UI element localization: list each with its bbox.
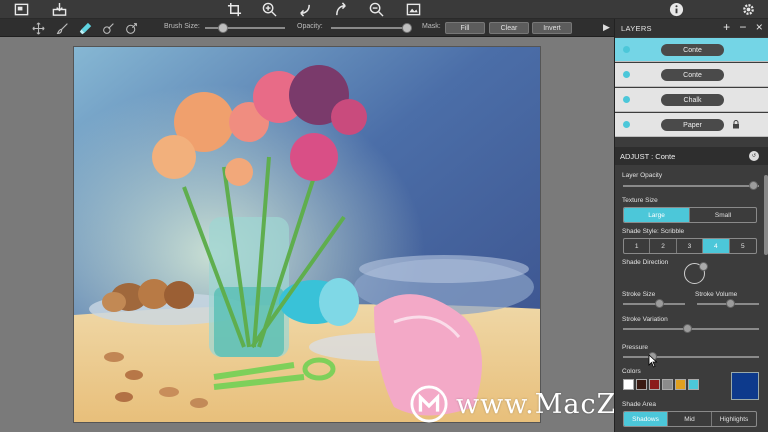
colors-label: Colors [622, 368, 641, 375]
layer-name: Conte [661, 44, 724, 56]
stroke-variation-label: Stroke Variation [622, 316, 668, 323]
zoom-in-icon[interactable] [261, 1, 278, 18]
layer-row[interactable]: Chalk [615, 88, 768, 112]
stroke-volume-knob[interactable] [726, 299, 736, 308]
layer-visibility-icon[interactable] [623, 71, 630, 78]
zoom-out-icon[interactable] [368, 1, 385, 18]
right-panel: LAYERS + − × Conte Conte Chalk Paper ADJ… [614, 19, 768, 432]
pressure-label: Pressure [622, 344, 649, 351]
layer-row[interactable]: Paper [615, 113, 768, 137]
opacity-knob[interactable] [402, 23, 412, 33]
crop-icon[interactable] [226, 1, 243, 18]
invert-button[interactable]: Invert [532, 22, 572, 34]
layer-name: Conte [661, 69, 724, 81]
brush-toolbar: Brush Size: Opacity: Mask: Fill Clear In… [0, 19, 614, 37]
layer-opacity-slider[interactable] [623, 181, 759, 190]
remove-layer-icon[interactable]: − [739, 21, 746, 34]
panel-scrollbar[interactable] [764, 175, 768, 255]
layers-header: LAYERS + − × [615, 19, 768, 37]
stroke-size-knob[interactable] [655, 299, 665, 308]
save-image-icon[interactable] [51, 1, 68, 18]
texture-size-label: Texture Size [622, 197, 658, 204]
color-swatch[interactable] [623, 379, 634, 390]
shade-direction-dial[interactable] [684, 262, 708, 284]
still-life-painting [74, 47, 540, 422]
layer-row[interactable]: Conte [615, 38, 768, 62]
shade-direction-knob[interactable] [699, 262, 708, 271]
shade-area-shadows[interactable]: Shadows [624, 412, 668, 426]
reset-icon[interactable]: ↺ [749, 151, 759, 161]
redo-icon[interactable] [333, 1, 350, 18]
texture-size-toggle: Large Small [623, 207, 757, 223]
shade-style-label: Shade Style: Scribble [622, 228, 685, 235]
macz-logo-icon [410, 385, 448, 423]
active-color-swatch[interactable] [731, 372, 759, 400]
texture-small-option[interactable]: Small [690, 208, 756, 222]
close-panel-icon[interactable]: × [756, 21, 763, 34]
stroke-variation-knob[interactable] [683, 324, 693, 333]
move-icon[interactable] [30, 20, 46, 36]
adjust-title: ADJUST : Conte [620, 151, 676, 161]
opacity-slider[interactable] [331, 23, 412, 33]
eraser-icon[interactable] [77, 20, 93, 36]
mask-label: Mask: [422, 23, 441, 30]
smudge-icon[interactable] [100, 20, 116, 36]
layers-title: LAYERS [621, 23, 652, 33]
canvas-size-icon[interactable] [13, 1, 30, 18]
shade-style-option-1[interactable]: 1 [624, 239, 651, 253]
shade-style-toggle: 1 2 3 4 5 [623, 238, 757, 254]
shade-area-toggle: Shadows Mid Highlights [623, 411, 757, 427]
stroke-volume-label: Stroke Volume [695, 291, 738, 298]
layer-opacity-label: Layer Opacity [622, 172, 663, 179]
stroke-size-slider[interactable] [623, 299, 685, 308]
shade-direction-label: Shade Direction [622, 259, 669, 266]
shade-style-option-4[interactable]: 4 [703, 239, 730, 253]
layer-visibility-icon[interactable] [623, 46, 630, 53]
stroke-variation-slider[interactable] [623, 324, 759, 333]
color-swatches [623, 379, 699, 390]
opacity-label: Opacity: [297, 23, 323, 30]
color-swatch[interactable] [675, 379, 686, 390]
image-frame-icon[interactable] [405, 1, 422, 18]
shade-style-option-2[interactable]: 2 [650, 239, 677, 253]
shade-style-option-5[interactable]: 5 [730, 239, 756, 253]
stroke-volume-slider[interactable] [697, 299, 759, 308]
texture-large-option[interactable]: Large [624, 208, 690, 222]
artwork-canvas[interactable] [73, 46, 541, 423]
undo-icon[interactable] [296, 1, 313, 18]
clear-button[interactable]: Clear [489, 22, 529, 34]
layer-opacity-knob[interactable] [748, 181, 758, 190]
shade-area-label: Shade Area [622, 401, 656, 408]
color-swatch[interactable] [688, 379, 699, 390]
add-layer-icon[interactable]: + [723, 21, 730, 34]
brush-size-slider[interactable] [205, 23, 285, 33]
canvas-area [0, 37, 614, 432]
top-toolbar [0, 0, 768, 19]
pressure-slider[interactable] [623, 352, 759, 361]
color-swatch[interactable] [662, 379, 673, 390]
settings-icon[interactable] [740, 1, 757, 18]
color-swatch[interactable] [636, 379, 647, 390]
layer-visibility-icon[interactable] [623, 121, 630, 128]
brush-size-knob[interactable] [217, 23, 228, 33]
brush-size-label: Brush Size: [164, 23, 200, 30]
layer-name: Paper [661, 119, 724, 131]
mouse-cursor-icon [648, 354, 658, 368]
chevron-right-icon[interactable]: ▶ [603, 22, 610, 33]
fill-button[interactable]: Fill [445, 22, 485, 34]
layer-name: Chalk [661, 94, 724, 106]
shade-area-mid[interactable]: Mid [668, 412, 712, 426]
layer-visibility-icon[interactable] [623, 96, 630, 103]
lock-icon[interactable] [732, 120, 740, 129]
blur-icon[interactable] [123, 20, 139, 36]
shade-area-highlights[interactable]: Highlights [712, 412, 756, 426]
shade-style-option-3[interactable]: 3 [677, 239, 704, 253]
info-icon[interactable] [668, 1, 685, 18]
stroke-size-label: Stroke Size [622, 291, 656, 298]
adjust-header: ADJUST : Conte ↺ [615, 147, 768, 165]
brush-icon[interactable] [54, 20, 70, 36]
color-swatch[interactable] [649, 379, 660, 390]
layer-row[interactable]: Conte [615, 63, 768, 87]
